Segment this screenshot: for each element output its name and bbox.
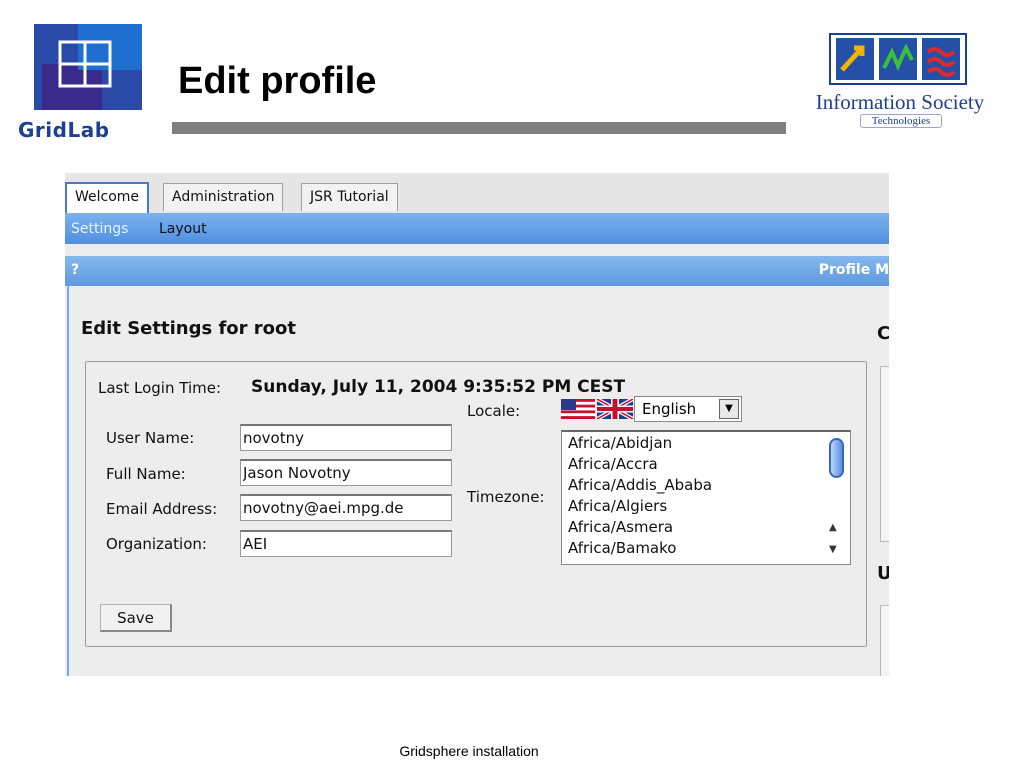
tab-administration[interactable]: Administration [163,183,284,211]
portlet-left-border [67,286,69,676]
ist-logo-subtext: Technologies [860,114,942,128]
gridlab-logo: GridLab [16,24,142,142]
timezone-option[interactable]: Africa/Abidjan [568,434,672,452]
timezone-option[interactable]: Africa/Accra [568,455,658,473]
locale-selected-value: English [642,400,697,418]
scroll-down-arrow-icon[interactable]: ▼ [829,544,837,555]
save-button[interactable]: Save [100,604,172,632]
full-name-input[interactable] [240,459,452,486]
last-login-value: Sunday, July 11, 2004 9:35:52 PM CEST [251,377,626,397]
user-name-input[interactable] [240,424,452,451]
right-section-box-bottom [880,605,889,676]
chevron-down-icon[interactable]: ▼ [719,399,739,419]
timezone-scrollbar[interactable]: ▲ ▼ [826,434,848,562]
ist-logo: Information Society Technologies [800,30,1000,130]
user-name-label: User Name: [106,429,195,447]
portal-screenshot: Welcome Administration JSR Tutorial Sett… [65,173,889,676]
sub-navigation: Settings Layout [65,213,889,244]
ist-tiles-icon [829,33,967,85]
uk-flag-icon [597,399,633,419]
scroll-up-arrow-icon[interactable]: ▲ [829,522,837,533]
right-section-heading-bottom: U [877,563,889,584]
right-section-heading-top: C [877,323,889,344]
organization-label: Organization: [106,535,207,553]
full-name-label: Full Name: [106,465,186,483]
title-rule [172,122,786,134]
right-section-box-top [880,366,889,542]
us-flag-icon [561,399,595,419]
ist-logo-text: Information Society [815,90,985,114]
help-link[interactable]: ? [71,262,79,278]
gridlab-logo-text: GridLab [18,118,110,142]
portlet-titlebar: ? Profile M [65,256,889,286]
timezone-listbox[interactable]: Africa/Abidjan Africa/Accra Africa/Addis… [561,430,851,565]
email-address-input[interactable] [240,494,452,521]
portlet-title: Profile M [818,262,889,278]
last-login-label: Last Login Time: [98,379,222,397]
locale-select[interactable]: English ▼ [634,396,742,422]
timezone-option[interactable]: Africa/Algiers [568,497,667,515]
locale-label: Locale: [467,402,521,420]
subnav-settings[interactable]: Settings [71,221,128,237]
timezone-option[interactable]: Africa/Bamako [568,539,676,557]
settings-form: Last Login Time: Sunday, July 11, 2004 9… [85,361,867,647]
subnav-layout[interactable]: Layout [159,221,207,237]
email-address-label: Email Address: [106,500,218,518]
timezone-label: Timezone: [467,488,545,506]
slide-title: Edit profile [178,60,377,102]
timezone-option[interactable]: Africa/Addis_Ababa [568,476,712,494]
slide-footer: Gridsphere installation [399,743,539,759]
tab-jsr-tutorial[interactable]: JSR Tutorial [301,183,398,211]
gridlab-grid-icon [34,24,142,110]
timezone-option[interactable]: Africa/Asmera [568,518,673,536]
edit-settings-heading: Edit Settings for root [81,318,297,339]
tab-bar: Welcome Administration JSR Tutorial [65,173,889,213]
scrollbar-thumb[interactable] [829,438,844,478]
organization-input[interactable] [240,530,452,557]
tab-welcome[interactable]: Welcome [65,182,150,213]
